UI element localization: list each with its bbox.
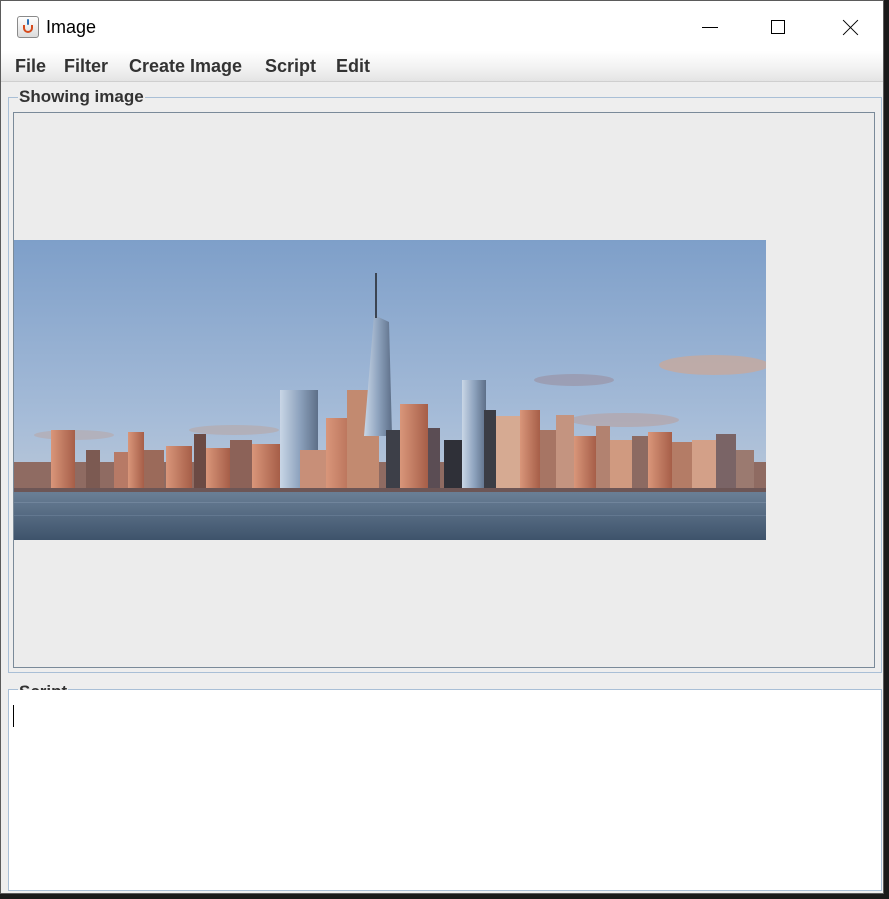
java-coffee-cup-icon[interactable] xyxy=(17,16,39,38)
menu-bar: File Filter Create Image Script Edit xyxy=(1,51,883,82)
image-panel-title: Showing image xyxy=(18,87,145,106)
image-scroll-pane[interactable] xyxy=(13,112,875,668)
text-caret xyxy=(13,705,14,727)
close-button[interactable] xyxy=(814,1,883,51)
title-bar: Image xyxy=(1,1,883,51)
menu-filter[interactable]: Filter xyxy=(64,56,108,77)
menu-script[interactable]: Script xyxy=(265,56,316,77)
maximize-button[interactable] xyxy=(743,1,813,51)
app-window: Image File Filter Create Image Script Ed… xyxy=(0,0,884,894)
window-title: Image xyxy=(46,17,97,37)
script-text-area[interactable] xyxy=(9,690,881,890)
skyline-image xyxy=(14,240,766,540)
minimize-button[interactable] xyxy=(675,1,745,51)
menu-create-image[interactable]: Create Image xyxy=(129,56,242,77)
script-panel: Script xyxy=(8,683,882,891)
menu-edit[interactable]: Edit xyxy=(336,56,370,77)
image-panel: Showing image xyxy=(8,88,882,673)
menu-file[interactable]: File xyxy=(15,56,46,77)
